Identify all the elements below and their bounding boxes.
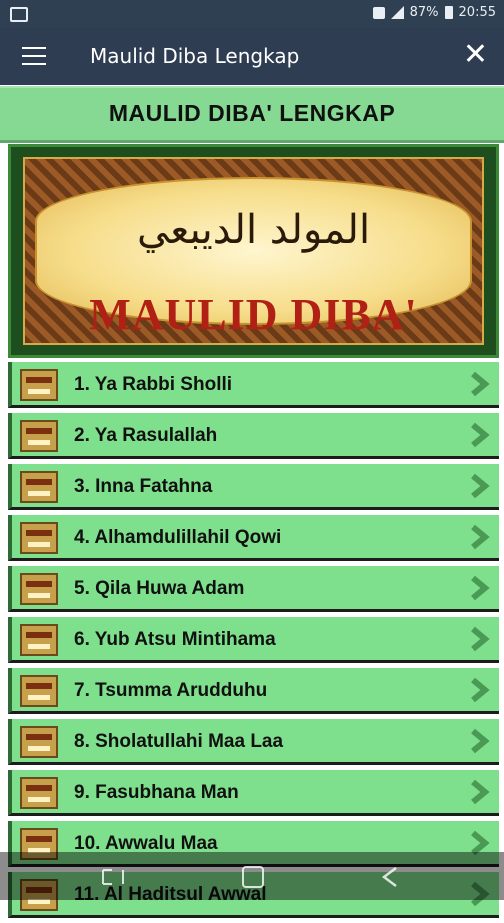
book-thumbnail-icon (20, 471, 58, 503)
battery-icon (444, 6, 453, 19)
sim-icon (372, 6, 385, 19)
book-thumbnail-icon (20, 624, 58, 656)
chevron-right-icon (471, 371, 490, 397)
gallery-icon (10, 7, 28, 22)
book-thumbnail-icon (20, 369, 58, 401)
chapter-label: 3. Inna Fatahna (74, 476, 213, 497)
page-title: MAULID DIBA' LENGKAP (108, 100, 396, 126)
book-thumbnail-icon (20, 726, 58, 758)
title-plate: المولد الديبعي MAULID DIBA' (35, 177, 472, 339)
chevron-right-icon (471, 575, 490, 601)
status-bar: 87% 20:55 (0, 0, 504, 28)
clock: 20:55 (458, 5, 496, 20)
list-item[interactable]: 1. Ya Rabbi Sholli (8, 362, 499, 408)
chevron-right-icon (471, 779, 490, 805)
hero-image: المولد الديبعي MAULID DIBA' (8, 144, 499, 358)
ornamental-frame: المولد الديبعي MAULID DIBA' (23, 157, 484, 345)
book-thumbnail-icon (20, 573, 58, 605)
chevron-right-icon (471, 677, 490, 703)
battery-percent: 87% (409, 5, 439, 20)
chapter-label: 5. Qila Huwa Adam (74, 578, 245, 599)
list-item[interactable]: 2. Ya Rasulallah (8, 413, 499, 459)
chapter-label: 6. Yub Atsu Mintihama (74, 629, 276, 650)
chapter-list: 1. Ya Rabbi Sholli 2. Ya Rasulallah 3. Inn… (0, 362, 504, 923)
chapter-label: 4. Alhamdulillahil Qowi (74, 527, 282, 548)
signal-icon (390, 6, 404, 19)
chapter-label: 8. Sholatullahi Maa Laa (74, 731, 284, 752)
list-item[interactable]: 5. Qila Huwa Adam (8, 566, 499, 612)
chapter-label: 1. Ya Rabbi Sholli (74, 374, 233, 395)
chevron-right-icon (471, 422, 490, 448)
recent-apps-icon[interactable] (100, 866, 126, 888)
list-item[interactable]: 7. Tsumma Arudduhu (8, 668, 499, 714)
app-bar: Maulid Diba Lengkap ✕ (0, 28, 504, 85)
list-item[interactable]: 3. Inna Fatahna (8, 464, 499, 510)
chapter-label: 2. Ya Rasulallah (74, 425, 218, 446)
chapter-label: 7. Tsumma Arudduhu (74, 680, 268, 701)
arabic-title: المولد الديبعي (136, 207, 371, 253)
chevron-right-icon (471, 524, 490, 550)
latin-title: MAULID DIBA' (89, 290, 418, 339)
app-title: Maulid Diba Lengkap (90, 44, 300, 68)
close-button[interactable]: ✕ (463, 40, 488, 70)
list-item[interactable]: 4. Alhamdulillahil Qowi (8, 515, 499, 561)
chevron-right-icon (471, 473, 490, 499)
home-icon[interactable] (242, 866, 264, 888)
list-item[interactable]: 8. Sholatullahi Maa Laa (8, 719, 499, 765)
status-icons: 87% 20:55 (372, 5, 496, 20)
system-nav-bar (0, 852, 504, 900)
list-item[interactable]: 9. Fasubhana Man (8, 770, 499, 816)
book-thumbnail-icon (20, 675, 58, 707)
menu-icon[interactable] (22, 47, 46, 65)
book-thumbnail-icon (20, 522, 58, 554)
book-thumbnail-icon (20, 420, 58, 452)
chevron-right-icon (471, 626, 490, 652)
chevron-right-icon (471, 728, 490, 754)
page-banner: MAULID DIBA' LENGKAP (0, 86, 504, 143)
list-item[interactable]: 6. Yub Atsu Mintihama (8, 617, 499, 663)
back-icon[interactable] (378, 864, 404, 890)
chapter-label: 9. Fasubhana Man (74, 782, 239, 803)
book-thumbnail-icon (20, 777, 58, 809)
